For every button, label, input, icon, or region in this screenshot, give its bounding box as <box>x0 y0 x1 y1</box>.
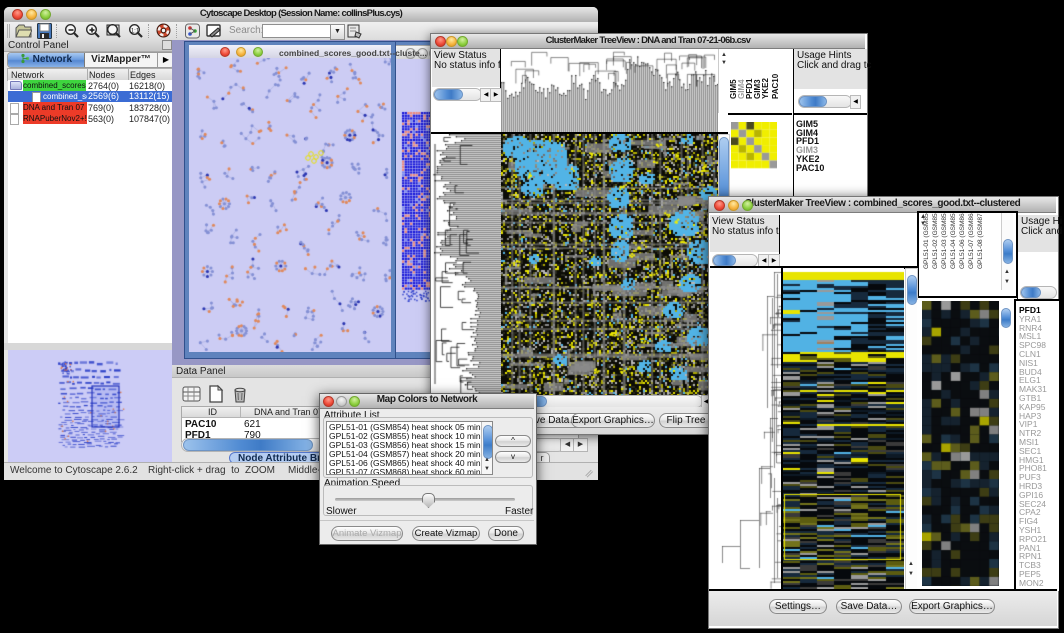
svg-text:1:1: 1:1 <box>131 29 140 35</box>
